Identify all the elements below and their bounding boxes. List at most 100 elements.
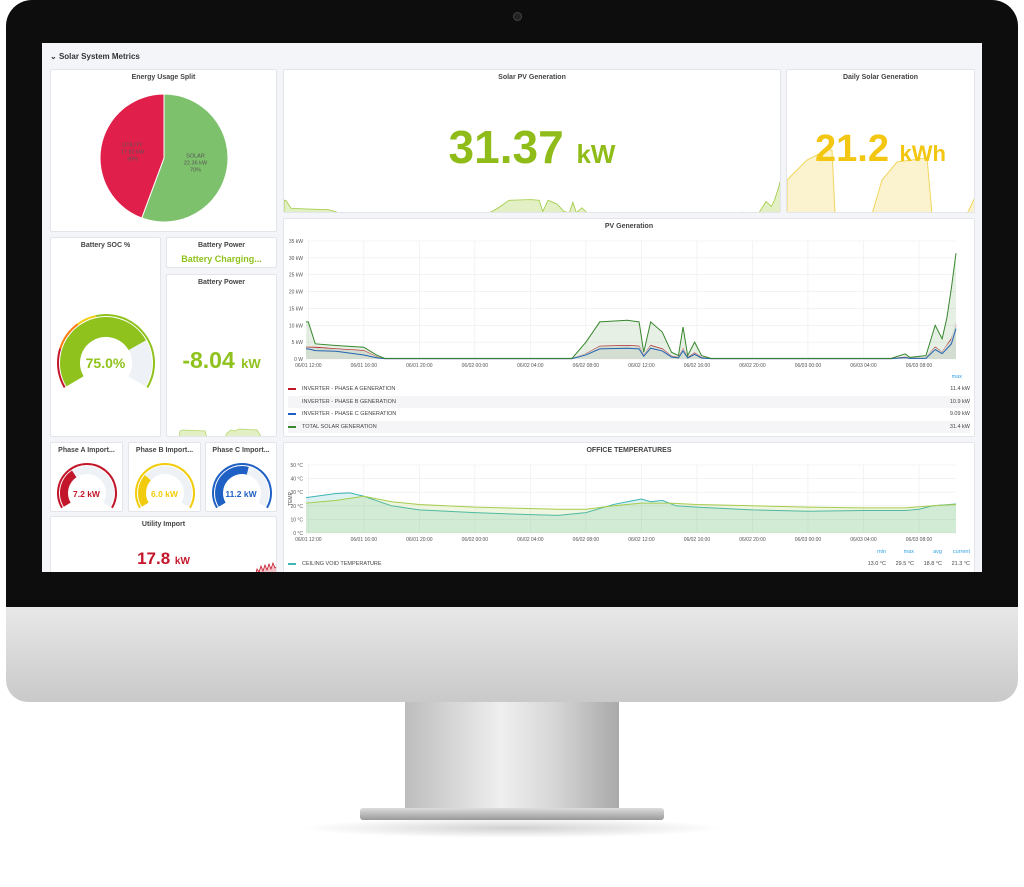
x-tick-label: 06/02 00:00 — [462, 537, 489, 543]
phase-b-panel: Phase B Import... 6.0 kW — [128, 442, 201, 512]
legend-swatch — [288, 425, 296, 428]
legend-header[interactable]: min — [858, 549, 886, 555]
pie-label: 70% — [190, 168, 201, 174]
legend-header[interactable]: avg — [914, 549, 942, 555]
energy-split-panel: Energy Usage Split SOLAR 22.36 kW 70% UTILI… — [50, 69, 277, 232]
x-tick-label: 06/02 12:00 — [628, 363, 655, 369]
y-tick-label: 5 kW — [292, 340, 304, 346]
row-title: Solar System Metrics — [58, 52, 140, 61]
y-tick-label: 50 °C — [290, 463, 303, 469]
x-tick-label: 06/01 20:00 — [406, 363, 433, 369]
y-tick-label: 25 kW — [289, 273, 303, 279]
battery-soc-panel: Battery SOC % 75.0% — [50, 237, 161, 437]
legend-swatch — [288, 401, 296, 403]
legend-item[interactable]: CEILING VOID TEMPERATURE 13.0 °C 29.5 °C 18… — [288, 558, 970, 570]
solar-pv-value: 31.37 kW — [448, 121, 616, 173]
monitor-chin — [6, 607, 1018, 702]
series-area — [306, 253, 956, 359]
y-axis-label: TEMP — [288, 491, 294, 506]
x-tick-label: 06/01 16:00 — [351, 537, 378, 543]
legend-min: 13.0 °C — [867, 561, 886, 567]
stand-shadow — [300, 818, 724, 838]
x-tick-label: 06/01 12:00 — [295, 363, 322, 369]
legend-header[interactable]: max — [886, 549, 914, 555]
gauge-track — [138, 466, 192, 507]
pie-label: SOLAR — [186, 154, 205, 160]
phase-c-panel: Phase C Import... 11.2 kW — [205, 442, 277, 512]
row-header[interactable]: ⌄ Solar System Metrics — [50, 52, 140, 61]
pie-label: 22.36 kW — [184, 161, 208, 167]
legend-swatch — [288, 563, 296, 565]
phase-value: 7.2 kW — [73, 489, 100, 499]
legend-header[interactable]: current — [942, 549, 970, 555]
x-tick-label: 06/03 00:00 — [795, 537, 822, 543]
legend-label: INVERTER - PHASE A GENERATION — [302, 386, 396, 392]
x-tick-label: 06/02 08:00 — [573, 537, 600, 543]
x-tick-label: 06/03 04:00 — [850, 363, 877, 369]
legend-headers: min max avg current — [288, 546, 970, 558]
y-tick-label: 30 kW — [289, 256, 303, 262]
office-temperatures-panel: OFFICE TEMPERATURES 0 °C 10 °C 20 °C 30 °C 4… — [283, 442, 975, 572]
x-tick-label: 06/02 00:00 — [462, 363, 489, 369]
x-tick-label: 06/01 12:00 — [295, 537, 322, 543]
legend-avg: 18.8 °C — [923, 561, 942, 567]
phase-gauge — [135, 463, 195, 509]
legend-swatch — [288, 388, 296, 390]
soc-gauge — [57, 314, 155, 388]
pie-label: UTILITY — [122, 142, 143, 148]
phase-gauge — [212, 463, 272, 509]
solar-pv-panel: Solar PV Generation 31.37 kW — [283, 69, 781, 213]
legend-swatch — [288, 413, 296, 415]
legend-current: 21.3 °C — [951, 561, 970, 567]
soc-value: 75.0% — [85, 355, 126, 371]
x-tick-label: 06/02 08:00 — [573, 363, 600, 369]
legend-item[interactable]: TOTAL SOLAR GENERATION 31.4 kW — [288, 420, 970, 433]
gauge-fill — [215, 466, 249, 507]
legend-max: 9.09 kW — [949, 411, 970, 417]
daily-solar-panel: Daily Solar Generation 21.2 kWh — [786, 69, 975, 213]
phase-value: 11.2 kW — [225, 489, 257, 499]
legend-label: CEILING VOID TEMPERATURE — [302, 561, 382, 567]
x-tick-label: 06/03 08:00 — [906, 363, 933, 369]
x-tick-label: 06/01 20:00 — [406, 537, 433, 543]
x-tick-label: 06/02 20:00 — [739, 537, 766, 543]
y-tick-label: 20 kW — [289, 290, 303, 296]
x-tick-label: 06/03 08:00 — [906, 537, 933, 543]
phase-value: 6.0 kW — [151, 489, 178, 499]
legend-max: 29.5 °C — [895, 561, 914, 567]
phase-gauge — [57, 463, 117, 509]
legend-max: 31.4 kW — [949, 423, 970, 430]
legend-item[interactable]: INVERTER - PHASE C GENERATION 9.09 kW — [288, 408, 970, 420]
legend-max: 10.9 kW — [949, 398, 970, 405]
x-tick-label: 06/02 16:00 — [684, 537, 711, 543]
panel-title: Battery Power — [197, 242, 246, 249]
monitor-stand — [405, 702, 619, 812]
battery-status-panel: Battery Power Battery Charging... — [166, 237, 277, 268]
x-tick-label: 06/03 04:00 — [850, 537, 877, 543]
y-tick-label: 10 °C — [290, 517, 303, 523]
sparkline-area — [284, 180, 780, 212]
camera — [513, 12, 522, 21]
pie-label: 30% — [127, 156, 138, 162]
y-tick-label: 15 kW — [289, 306, 303, 312]
utility-import-value: 17.8 kW — [137, 549, 190, 568]
daily-solar-value: 21.2 kWh — [815, 128, 946, 170]
legend-label: INVERTER - PHASE B GENERATION — [302, 398, 396, 405]
x-tick-label: 06/02 12:00 — [628, 537, 655, 543]
legend-item[interactable]: INVERTER - PHASE A GENERATION 11.4 kW — [288, 383, 970, 395]
phase-a-panel: Phase A Import... 7.2 kW — [50, 442, 123, 512]
legend-label: INVERTER - PHASE C GENERATION — [302, 411, 397, 417]
legend-header-max[interactable]: max — [952, 374, 962, 380]
utility-import-panel: Utility Import 17.8 kW — [50, 516, 277, 572]
pie-chart: SOLAR22.36 kW70% UTILITY17.82 kW30% — [99, 93, 229, 223]
battery-power-panel: Battery Power -8.04 kW — [166, 274, 277, 437]
x-tick-label: 06/03 00:00 — [795, 363, 822, 369]
x-tick-label: 06/02 04:00 — [517, 537, 544, 543]
x-tick-label: 06/02 16:00 — [684, 363, 711, 369]
y-tick-label: 40 °C — [290, 477, 303, 483]
dashboard-screen: ⌄ Solar System Metrics Energy Usage Spli… — [42, 43, 982, 572]
legend-label: TOTAL SOLAR GENERATION — [302, 423, 377, 430]
legend-item[interactable]: INVERTER - PHASE B GENERATION 10.9 kW — [288, 395, 970, 408]
pie-label: 17.82 kW — [121, 149, 145, 155]
pv-generation-panel: PV Generation 0 W5 kW 10 kW 15 kW 20 kW 25 k… — [283, 218, 975, 437]
